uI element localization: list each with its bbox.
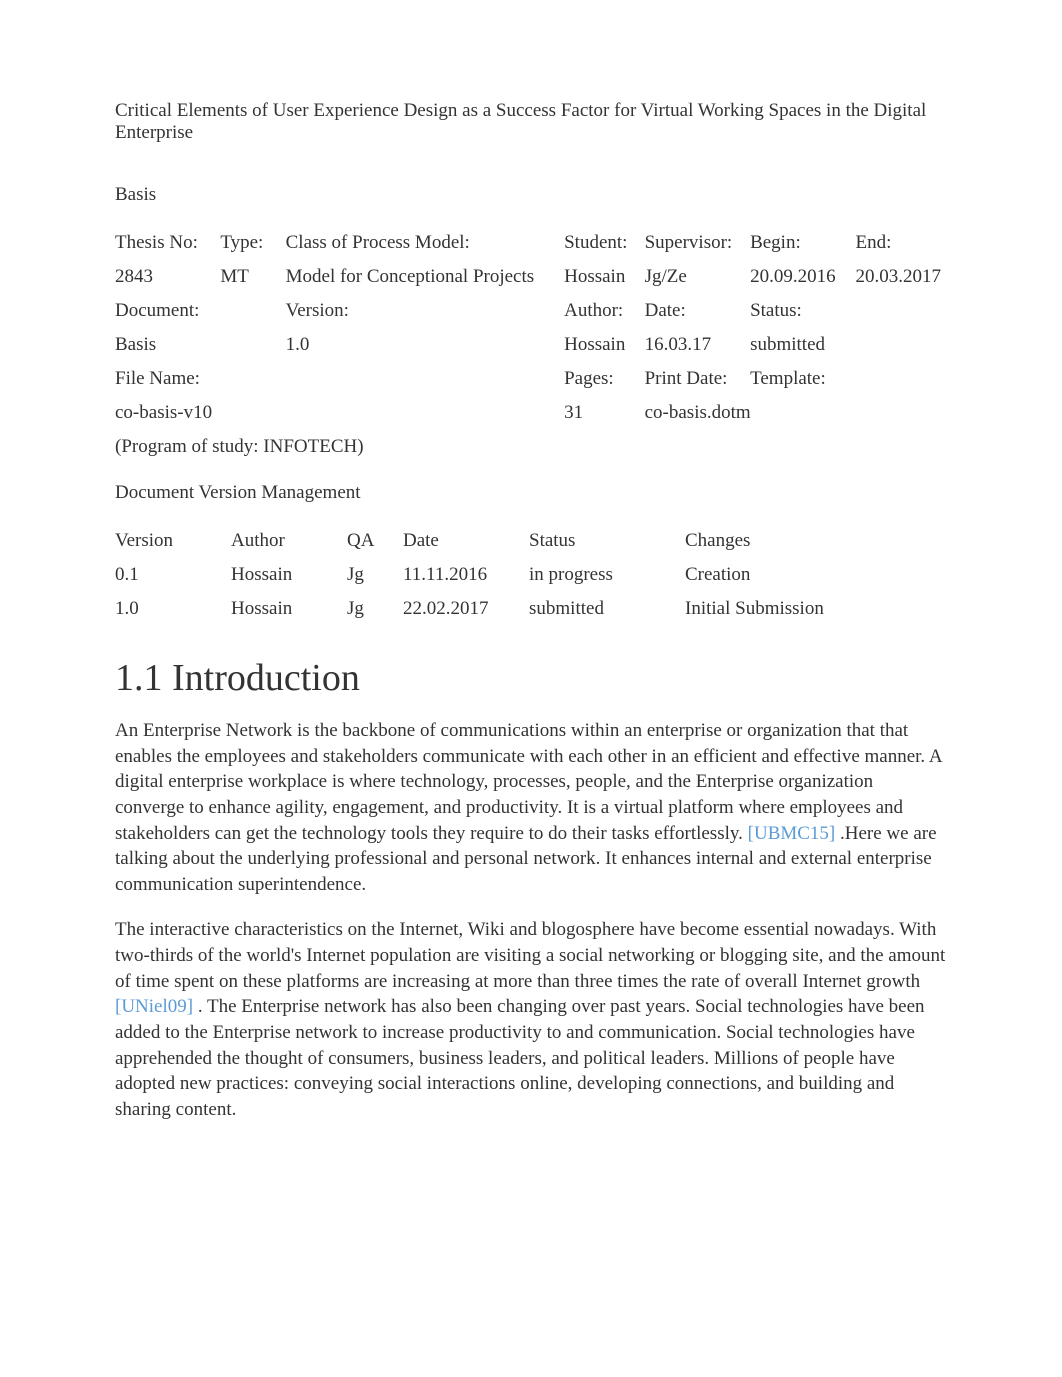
vt-status: in progress	[529, 558, 685, 592]
value-date: 16.03.17	[645, 328, 750, 362]
value-pages: 31	[564, 396, 645, 430]
value-type: MT	[220, 260, 285, 294]
label-version: Version:	[286, 294, 564, 328]
vt-head-changes: Changes	[685, 524, 947, 558]
label-date: Date:	[645, 294, 750, 328]
program-note: (Program of study: INFOTECH)	[115, 430, 947, 464]
value-end: 20.03.2017	[856, 260, 948, 294]
label-printdate: Print Date:	[645, 362, 750, 396]
page-title: Critical Elements of User Experience Des…	[115, 100, 947, 144]
value-student: Hossain	[564, 260, 645, 294]
document-page: Critical Elements of User Experience Des…	[0, 0, 1062, 1203]
vt-version: 0.1	[115, 558, 231, 592]
vt-head-version: Version	[115, 524, 231, 558]
citation-link[interactable]: [UBMC15]	[748, 823, 836, 844]
table-row: 0.1 Hossain Jg 11.11.2016 in progress Cr…	[115, 558, 947, 592]
value-thesis-no: 2843	[115, 260, 220, 294]
label-author: Author:	[564, 294, 645, 328]
paragraph-text: . The Enterprise network has also been c…	[115, 996, 925, 1120]
vt-author: Hossain	[231, 592, 347, 626]
basis-heading: Basis	[115, 184, 947, 206]
intro-paragraph-1: An Enterprise Network is the backbone of…	[115, 718, 947, 897]
value-filename: co-basis-v10	[115, 396, 564, 430]
vt-version: 1.0	[115, 592, 231, 626]
label-pages: Pages:	[564, 362, 645, 396]
vt-changes: Initial Submission	[685, 592, 947, 626]
label-student: Student:	[564, 226, 645, 260]
vt-date: 22.02.2017	[403, 592, 529, 626]
paragraph-text: The interactive characteristics on the I…	[115, 919, 945, 991]
value-supervisor: Jg/Ze	[645, 260, 750, 294]
value-template: co-basis.dotm	[645, 396, 947, 430]
citation-link[interactable]: [UNiel09]	[115, 996, 193, 1017]
vt-changes: Creation	[685, 558, 947, 592]
vt-status: submitted	[529, 592, 685, 626]
vt-head-author: Author	[231, 524, 347, 558]
value-status: submitted	[750, 328, 947, 362]
basis-meta-table: Thesis No: Type: Class of Process Model:…	[115, 226, 947, 464]
label-filename: File Name:	[115, 362, 564, 396]
label-template: Template:	[750, 362, 947, 396]
label-supervisor: Supervisor:	[645, 226, 750, 260]
label-thesis-no: Thesis No:	[115, 226, 220, 260]
label-type: Type:	[220, 226, 285, 260]
label-class-model: Class of Process Model:	[286, 226, 564, 260]
vt-head-qa: QA	[347, 524, 403, 558]
vt-date: 11.11.2016	[403, 558, 529, 592]
vt-qa: Jg	[347, 592, 403, 626]
vt-author: Hossain	[231, 558, 347, 592]
label-status: Status:	[750, 294, 947, 328]
version-mgmt-heading: Document Version Management	[115, 482, 947, 504]
value-version: 1.0	[286, 328, 564, 362]
label-begin: Begin:	[750, 226, 855, 260]
vt-head-date: Date	[403, 524, 529, 558]
intro-paragraph-2: The interactive characteristics on the I…	[115, 917, 947, 1122]
vt-qa: Jg	[347, 558, 403, 592]
value-document: Basis	[115, 328, 220, 362]
vt-head-status: Status	[529, 524, 685, 558]
value-begin: 20.09.2016	[750, 260, 855, 294]
intro-heading: 1.1 Introduction	[115, 656, 947, 700]
table-row: 1.0 Hossain Jg 22.02.2017 submitted Init…	[115, 592, 947, 626]
label-document: Document:	[115, 294, 220, 328]
version-table: Version Author QA Date Status Changes 0.…	[115, 524, 947, 626]
value-author: Hossain	[564, 328, 645, 362]
label-end: End:	[856, 226, 948, 260]
value-class-model: Model for Conceptional Projects	[286, 260, 564, 294]
